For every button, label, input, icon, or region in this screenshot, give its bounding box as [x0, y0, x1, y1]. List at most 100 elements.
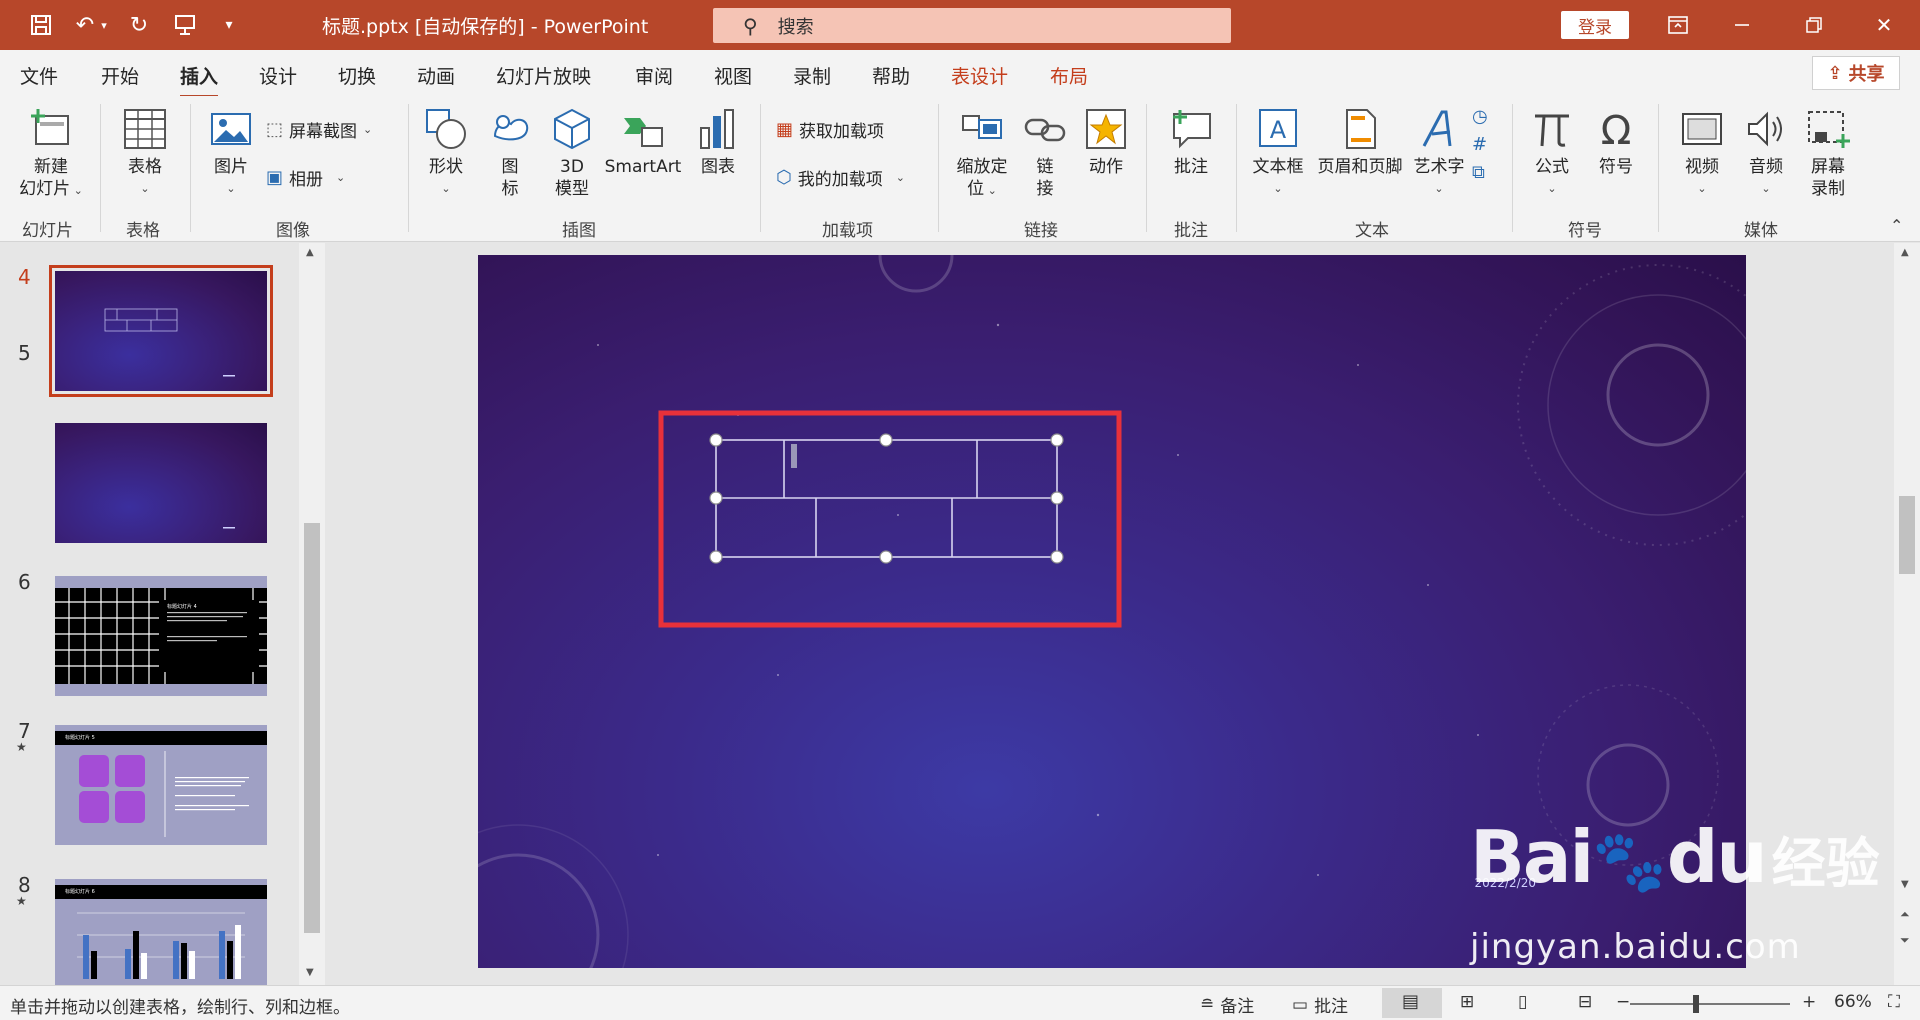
slide-thumbnail-6[interactable]: 标题幻灯片 4 [55, 576, 267, 696]
tab-record[interactable]: 录制 [793, 62, 831, 89]
tab-review[interactable]: 审阅 [635, 62, 673, 89]
wordart-button[interactable]: 艺术字 ⌄ [1408, 106, 1470, 200]
link-button[interactable]: 链 接 [1022, 106, 1068, 200]
search-icon: ⚲ [743, 13, 758, 38]
album-button[interactable]: ▣ 相册 ⌄ [266, 165, 345, 190]
tab-design[interactable]: 设计 [259, 62, 297, 89]
header-footer-button[interactable]: 页眉和页脚 [1310, 106, 1410, 178]
date-time-icon[interactable]: ◷ [1472, 106, 1498, 134]
icons-button[interactable]: 图 标 [482, 106, 538, 200]
slide-number: 6 [18, 570, 31, 594]
next-slide-icon[interactable]: ⏷ [1900, 933, 1910, 948]
search-placeholder: 搜索 [777, 16, 814, 38]
group-label-images: 图像 [276, 221, 310, 241]
group-separator [408, 104, 409, 232]
3d-models-label-2: 模型 [555, 179, 589, 199]
equation-button[interactable]: 公式 ⌄ [1524, 106, 1580, 200]
thumbnails-scrollbar[interactable]: ▲ ▼ [299, 243, 325, 985]
slide-thumbnail-7[interactable]: 标题幻灯片 5 [55, 725, 267, 845]
slideshow-icon[interactable]: ⊟ [1578, 992, 1592, 1012]
my-addins-button[interactable]: ⬡ 我的加载项 ⌄ [776, 165, 905, 190]
slide-thumbnail-8[interactable]: 标题幻灯片 6 [55, 879, 267, 985]
zoom-out-icon[interactable]: − [1616, 992, 1630, 1012]
search-input[interactable]: ⚲ 搜索 [713, 8, 1231, 43]
slide-thumbnail-5[interactable] [55, 423, 267, 543]
screenshot-button[interactable]: ⬚ 屏幕截图 ⌄ [266, 117, 372, 142]
reading-view-icon[interactable]: ▯ [1518, 992, 1527, 1012]
chart-button[interactable]: 图表 [690, 106, 746, 178]
scroll-down-icon[interactable]: ▼ [1901, 879, 1909, 890]
tab-insert[interactable]: 插入 [180, 62, 219, 98]
chevron-down-icon: ⌄ [984, 184, 997, 197]
audio-button[interactable]: 音频 ⌄ [1736, 106, 1796, 200]
get-addins-button[interactable]: ▦ 获取加载项 [776, 117, 884, 142]
tab-animations[interactable]: 动画 [417, 62, 455, 89]
chevron-down-icon: ⌄ [1547, 182, 1557, 195]
scroll-up-icon[interactable]: ▲ [1901, 247, 1909, 258]
tab-file[interactable]: 文件 [20, 62, 58, 89]
slide-number-icon[interactable]: # [1472, 134, 1498, 162]
tab-home[interactable]: 开始 [101, 62, 139, 89]
shapes-button[interactable]: 形状 ⌄ [418, 106, 474, 200]
restore-icon[interactable] [1794, 10, 1834, 40]
video-button[interactable]: 视频 ⌄ [1672, 106, 1732, 200]
collapse-ribbon-icon[interactable]: ⌃ [1890, 216, 1903, 235]
zoom-in-icon[interactable]: + [1802, 992, 1816, 1012]
star-action-icon [1086, 109, 1126, 149]
scroll-up-icon[interactable]: ▲ [306, 247, 314, 258]
customize-toolbar-icon[interactable]: ▾ [212, 9, 246, 41]
thumbnail-title: 标题幻灯片 5 [65, 735, 95, 741]
smartart-button[interactable]: SmartArt [602, 106, 684, 178]
screen-recording-button[interactable]: 屏幕 录制 [1800, 106, 1856, 200]
normal-view-button[interactable]: ▤ [1382, 988, 1442, 1018]
comment-button[interactable]: 批注 [1160, 106, 1222, 178]
textbox-icon: A [1259, 109, 1297, 147]
screenshot-label: 屏幕截图 [289, 122, 358, 142]
tab-help[interactable]: 帮助 [872, 62, 910, 89]
object-icon[interactable]: ⧉ [1472, 162, 1498, 190]
zoom-button[interactable]: 缩放定 位 ⌄ [946, 106, 1018, 202]
zoom-slider[interactable] [1630, 1003, 1790, 1005]
link-icon [1024, 118, 1066, 142]
tab-table-design[interactable]: 表设计 [951, 62, 1008, 89]
undo-dropdown-icon[interactable]: ▾ [96, 9, 112, 41]
slide-sorter-icon[interactable]: ⊞ [1460, 992, 1474, 1012]
scrollbar-thumb[interactable] [1899, 496, 1915, 574]
picture-button[interactable]: 图片 ⌄ [200, 106, 262, 200]
presenter-icon[interactable] [168, 9, 202, 41]
symbol-button[interactable]: Ω 符号 [1588, 106, 1644, 178]
tab-slideshow[interactable]: 幻灯片放映 [496, 62, 591, 89]
scroll-down-icon[interactable]: ▼ [306, 967, 314, 978]
new-slide-button[interactable]: 新建 幻灯片 ⌄ [12, 106, 90, 202]
save-icon[interactable] [24, 9, 58, 41]
login-button[interactable]: 登录 [1561, 11, 1629, 39]
table-button[interactable]: 表格 ⌄ [112, 106, 178, 200]
fit-to-window-icon[interactable]: ⛶ [1888, 992, 1900, 1012]
tab-view[interactable]: 视图 [714, 62, 752, 89]
tab-layout[interactable]: 布局 [1050, 62, 1088, 89]
notes-icon: ≘ [1200, 994, 1215, 1015]
screenshot-icon: ⬚ [266, 119, 284, 140]
textbox-button[interactable]: A 文本框 ⌄ [1246, 106, 1310, 200]
text-cursor-icon [791, 444, 797, 468]
scrollbar-thumb[interactable] [304, 523, 320, 933]
previous-slide-icon[interactable]: ⏶ [1900, 907, 1910, 922]
share-button[interactable]: ⇪ 共享 [1812, 56, 1900, 90]
new-slide-label-2: 幻灯片 [19, 179, 71, 199]
3d-models-button[interactable]: 3D 模型 [546, 106, 598, 200]
link-label-2: 接 [1036, 179, 1054, 199]
notes-button[interactable]: ≘ 备注 [1200, 992, 1254, 1018]
pi-icon [1535, 114, 1569, 147]
ribbon-display-icon[interactable] [1658, 10, 1698, 40]
action-button[interactable]: 动作 [1078, 106, 1134, 178]
comments-button[interactable]: ▭ 批注 [1292, 992, 1348, 1018]
tab-transitions[interactable]: 切换 [338, 62, 376, 89]
minimize-icon[interactable] [1722, 10, 1762, 40]
slide-thumbnail-4[interactable] [49, 265, 273, 397]
table-grid[interactable] [715, 439, 1058, 558]
redo-icon[interactable]: ↻ [122, 9, 156, 41]
slide-scrollbar[interactable]: ▲ ▼ ⏶ ⏷ [1894, 243, 1920, 985]
zoom-level[interactable]: 66% [1834, 992, 1872, 1012]
close-icon[interactable]: ✕ [1864, 10, 1904, 40]
zoom-slider-thumb[interactable] [1693, 995, 1699, 1013]
